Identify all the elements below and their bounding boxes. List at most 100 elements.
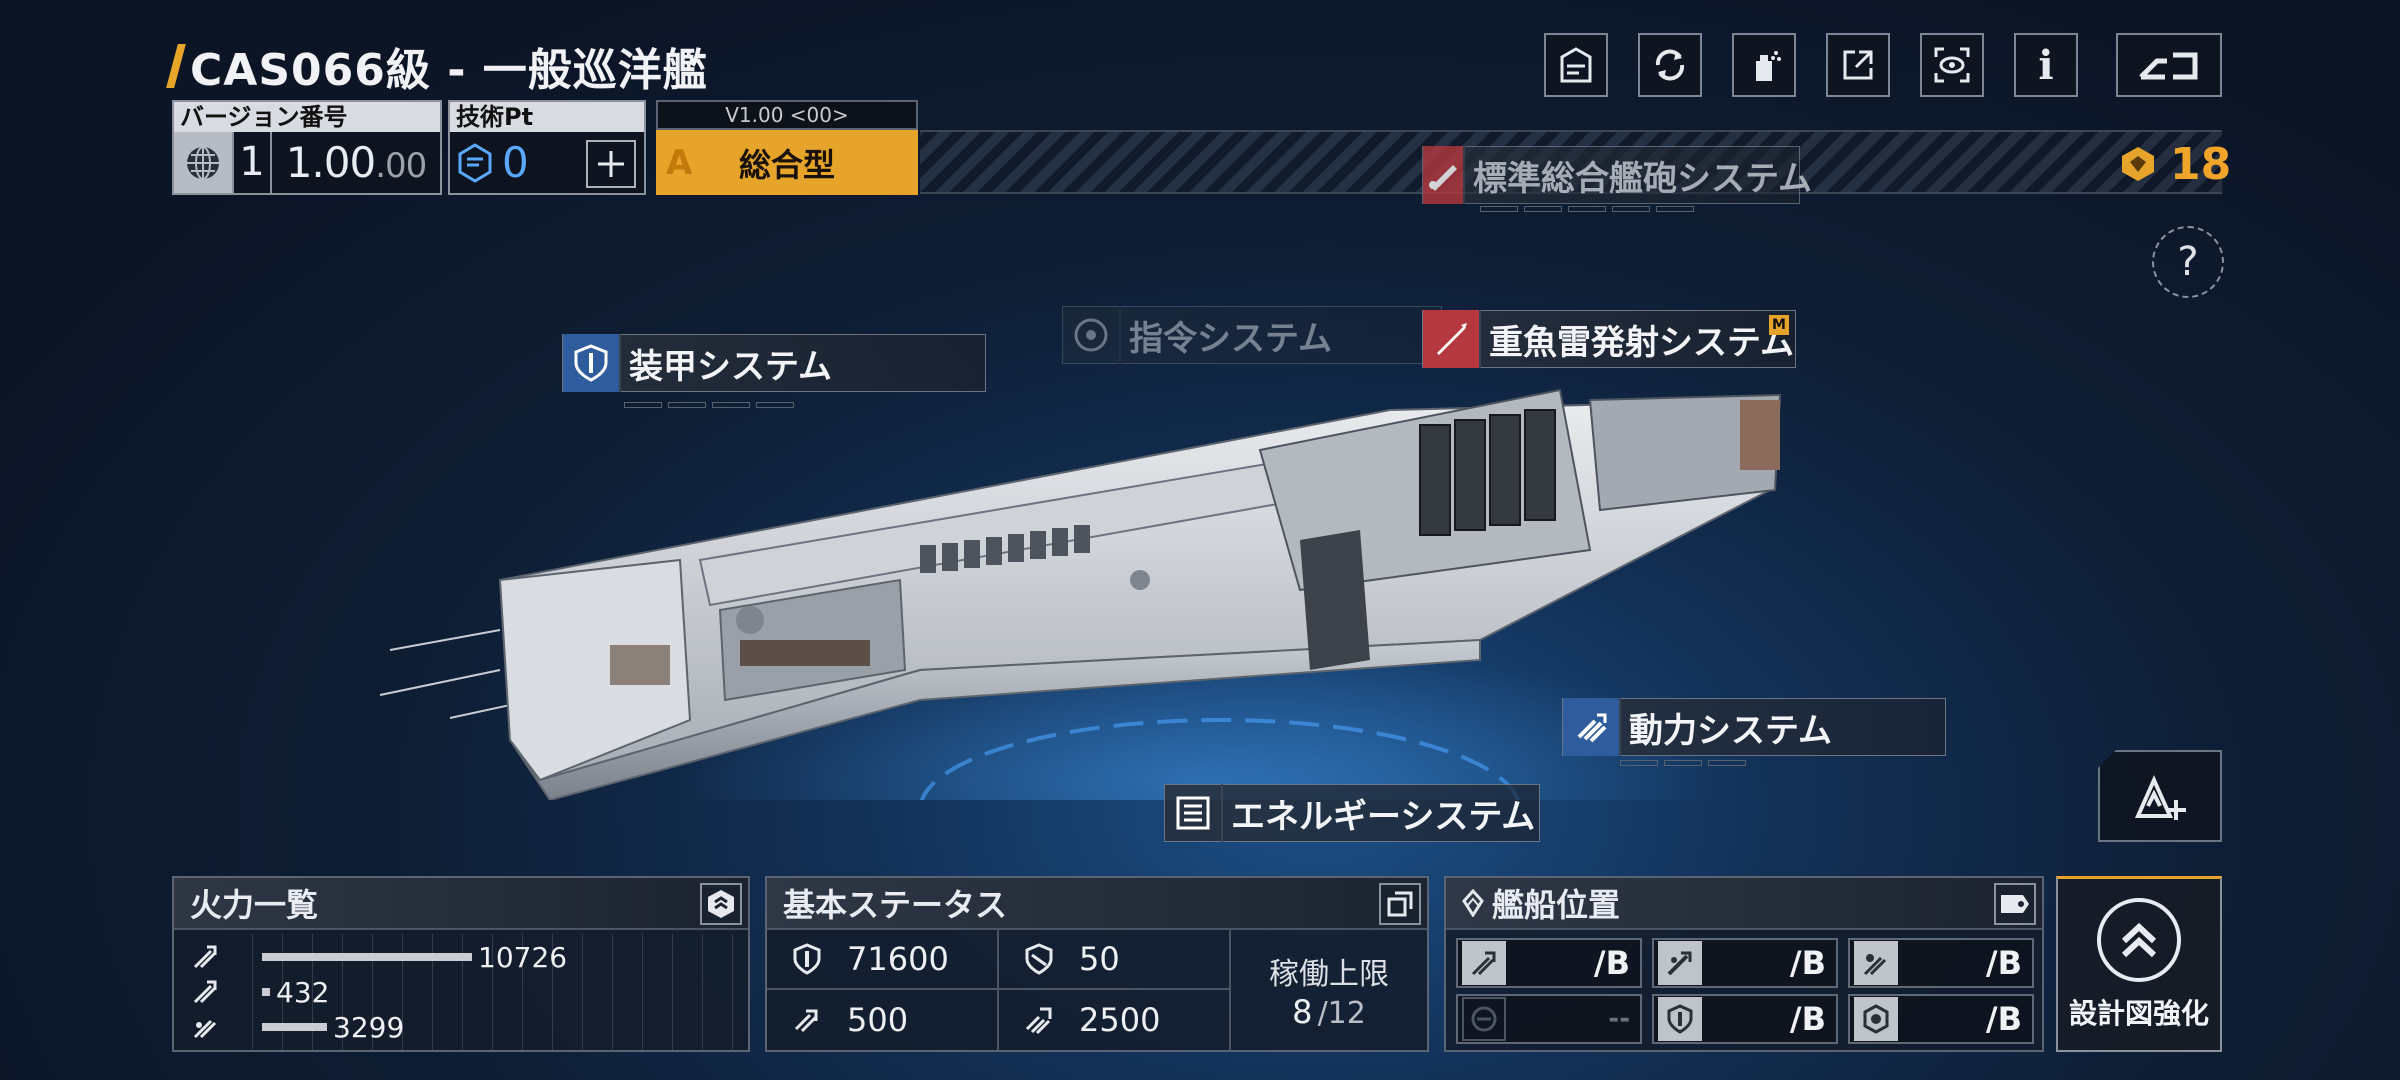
stat-warp: 2500 bbox=[999, 990, 1231, 1050]
rank-up-button[interactable] bbox=[2098, 750, 2222, 842]
version-header: バージョン番号 bbox=[174, 102, 440, 132]
position-slot-2-value: /B bbox=[1789, 944, 1826, 982]
position-tag-button[interactable] bbox=[1994, 883, 2036, 925]
command-icon bbox=[1063, 306, 1121, 364]
operation-limit-max: /12 bbox=[1317, 996, 1366, 1031]
paint-button[interactable] bbox=[1732, 33, 1796, 97]
armor-label: 装甲システム bbox=[629, 346, 832, 387]
speed-icon bbox=[767, 1005, 847, 1035]
position-marker-icon bbox=[1462, 889, 1484, 917]
system-power[interactable]: 動力システム bbox=[1562, 698, 1946, 756]
stats-title: 基本ステータス bbox=[783, 886, 1008, 924]
aircraft-fire-icon bbox=[174, 1013, 236, 1041]
firepower-toggle-button[interactable] bbox=[700, 883, 742, 925]
position-slot-3-value: /B bbox=[1985, 944, 2022, 982]
warp-value: 2500 bbox=[1079, 1001, 1161, 1039]
position-slot-1[interactable]: /B bbox=[1456, 938, 1642, 988]
torpedo-badge: M bbox=[1769, 315, 1789, 335]
coin-icon bbox=[2122, 147, 2154, 181]
position-slot-6[interactable]: /B bbox=[1848, 994, 2034, 1044]
power-slots bbox=[1620, 760, 1746, 766]
back-icon bbox=[2139, 52, 2198, 80]
position-slot-2[interactable]: /B bbox=[1652, 938, 1838, 988]
command-label: 指令システム bbox=[1129, 318, 1332, 359]
add-tech-button[interactable] bbox=[586, 140, 636, 188]
stats-detail-button[interactable] bbox=[1379, 883, 1421, 925]
share-button[interactable] bbox=[1826, 33, 1890, 97]
refresh-icon bbox=[1655, 49, 1685, 81]
system-armor[interactable]: 装甲システム bbox=[562, 334, 986, 392]
windows-icon bbox=[1387, 891, 1413, 917]
view-button[interactable] bbox=[1920, 33, 1984, 97]
globe-icon bbox=[174, 132, 232, 193]
operation-limit: 稼働上限 8 /12 bbox=[1231, 930, 1427, 1050]
info-icon: i bbox=[2038, 41, 2054, 89]
upgrade-label: 設計図強化 bbox=[2068, 996, 2209, 1030]
system-command[interactable]: 指令システム bbox=[1062, 306, 1442, 364]
firepower-panel: 火力一覧 10726 432 3299 bbox=[172, 876, 750, 1052]
armor-plate-icon bbox=[999, 943, 1079, 975]
version-minor: 1.00.00 bbox=[270, 132, 440, 193]
position-title: 艦船位置 bbox=[1492, 886, 1621, 924]
rank-up-icon bbox=[2134, 775, 2186, 820]
version-panel: バージョン番号 1 1.00.00 bbox=[172, 100, 442, 195]
tag-icon bbox=[2001, 895, 2029, 913]
stat-armor: 50 bbox=[999, 930, 1231, 990]
missile-fire-icon bbox=[174, 978, 236, 1006]
back-button[interactable] bbox=[2116, 33, 2222, 97]
stat-speed: 500 bbox=[767, 990, 999, 1050]
operation-limit-value: 8 bbox=[1292, 993, 1313, 1031]
ship-type-panel[interactable]: V1.00 <00> A 総合型 bbox=[656, 100, 918, 195]
cannon-slot-icon bbox=[1462, 941, 1506, 985]
cannon-fire-icon bbox=[174, 943, 236, 971]
ship-position-panel: 艦船位置 /B /B /B -- /B /B bbox=[1444, 876, 2044, 1052]
position-slot-3[interactable]: /B bbox=[1848, 938, 2034, 988]
version-minor-main: 1.00 bbox=[285, 138, 377, 187]
torpedo-icon bbox=[1423, 310, 1481, 368]
position-slot-4-value: -- bbox=[1608, 1004, 1630, 1034]
stats-header: 基本ステータス bbox=[767, 878, 1427, 930]
tech-header: 技術Pt bbox=[450, 102, 644, 132]
stat-hp: 71600 bbox=[767, 930, 999, 990]
firepower-row-2: 432 bbox=[174, 975, 329, 1009]
help-button[interactable]: ? bbox=[2152, 226, 2224, 298]
torpedo-label: 重魚雷発射システム bbox=[1489, 322, 1794, 363]
version-major: 1 bbox=[232, 132, 270, 193]
position-slot-5[interactable]: /B bbox=[1652, 994, 1838, 1044]
firepower-header: 火力一覧 bbox=[174, 878, 748, 930]
refresh-button[interactable] bbox=[1638, 33, 1702, 97]
speed-value: 500 bbox=[847, 1001, 909, 1039]
view-icon bbox=[1934, 47, 1970, 83]
armor-slots bbox=[624, 402, 794, 408]
blueprint-upgrade-button[interactable]: 設計図強化 bbox=[2056, 876, 2222, 1052]
missile-slot-icon bbox=[1658, 941, 1702, 985]
hp-value: 71600 bbox=[847, 940, 949, 978]
shield-slot-icon bbox=[1658, 997, 1702, 1041]
position-slot-1-value: /B bbox=[1593, 944, 1630, 982]
firepower-value-2: 432 bbox=[276, 975, 330, 1009]
ship-title: CAS066級 - 一般巡洋艦 bbox=[166, 38, 708, 96]
position-header: 艦船位置 bbox=[1446, 878, 2042, 930]
position-slot-4[interactable]: -- bbox=[1456, 994, 1642, 1044]
plus-icon bbox=[598, 151, 624, 177]
system-torpedo[interactable]: 重魚雷発射システム M bbox=[1422, 310, 1796, 368]
system-energy[interactable]: エネルギーシステム bbox=[1164, 784, 1540, 842]
blueprint-button[interactable] bbox=[1544, 33, 1608, 97]
shield-icon bbox=[563, 334, 621, 392]
paint-spray-icon bbox=[1756, 51, 1781, 81]
rank-badge-icon bbox=[708, 890, 734, 918]
tech-points-panel: 技術Pt 0 bbox=[448, 100, 646, 195]
question-icon: ? bbox=[2177, 239, 2199, 285]
currency-value: 18 bbox=[2170, 138, 2232, 190]
energy-label: エネルギーシステム bbox=[1231, 796, 1536, 837]
position-slot-6-value: /B bbox=[1985, 1000, 2022, 1038]
tech-points-value: 0 bbox=[502, 138, 529, 187]
tech-points-icon bbox=[458, 142, 492, 183]
list-icon bbox=[1165, 784, 1223, 842]
hp-shield-icon bbox=[767, 943, 847, 975]
system-main-gun[interactable]: 標準総合艦砲システム bbox=[1422, 146, 1812, 204]
firepower-bar-3 bbox=[262, 1023, 327, 1031]
info-button[interactable]: i bbox=[2014, 33, 2078, 97]
type-version-tag: V1.00 <00> bbox=[656, 100, 918, 130]
firepower-row-1: 10726 bbox=[174, 940, 567, 974]
